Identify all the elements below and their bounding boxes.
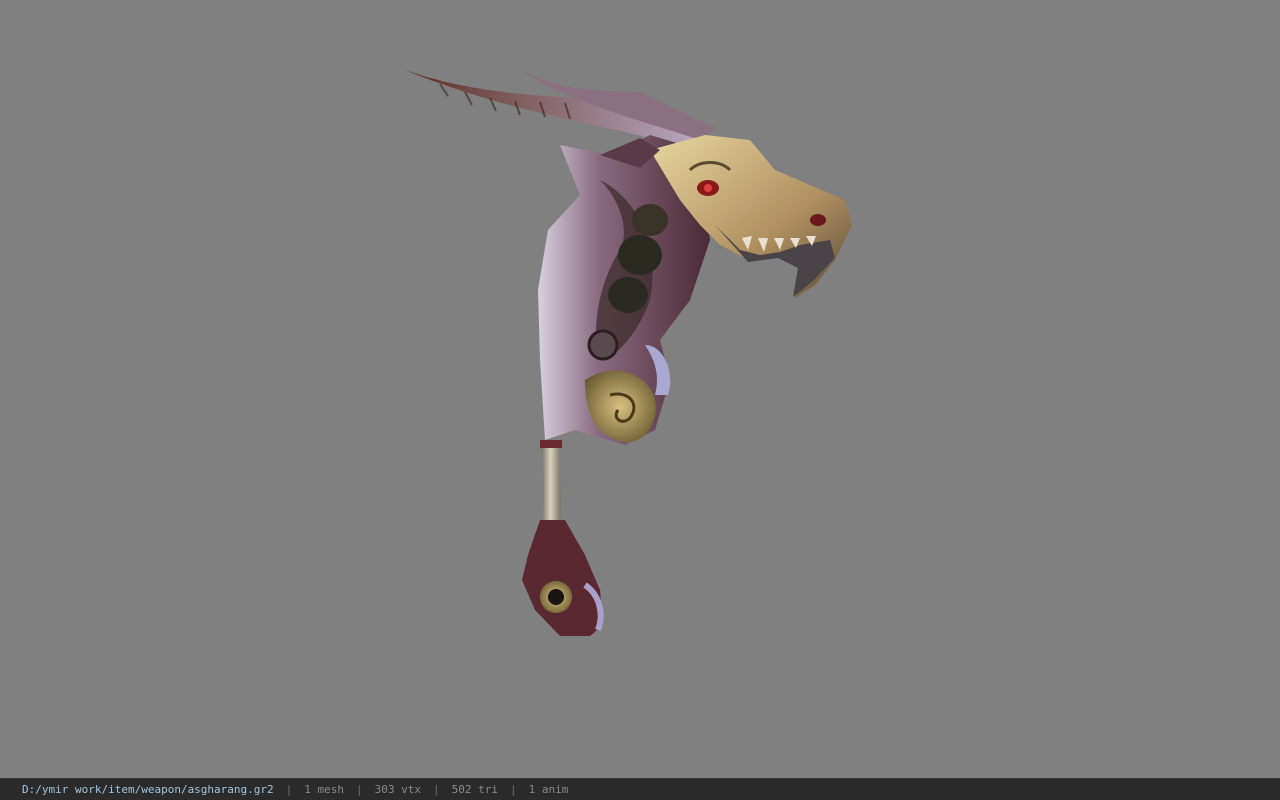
separator: | xyxy=(356,783,363,796)
triangle-count: 502 tri xyxy=(451,783,499,796)
anim-count: 1 anim xyxy=(528,783,569,796)
status-bar: D:/ymir work/item/weapon/asgharang.gr2 |… xyxy=(0,778,1280,800)
weapon-model[interactable] xyxy=(0,0,1280,778)
separator: | xyxy=(510,783,517,796)
weapon-pommel xyxy=(522,520,603,636)
separator: | xyxy=(433,783,440,796)
separator: | xyxy=(285,783,293,796)
vertex-count: 303 vtx xyxy=(374,783,422,796)
mesh-count: 1 mesh xyxy=(304,783,345,796)
3d-viewport[interactable] xyxy=(0,0,1280,778)
weapon-handle xyxy=(540,440,561,525)
file-path: D:/ymir work/item/weapon/asgharang.gr2 xyxy=(22,783,274,796)
